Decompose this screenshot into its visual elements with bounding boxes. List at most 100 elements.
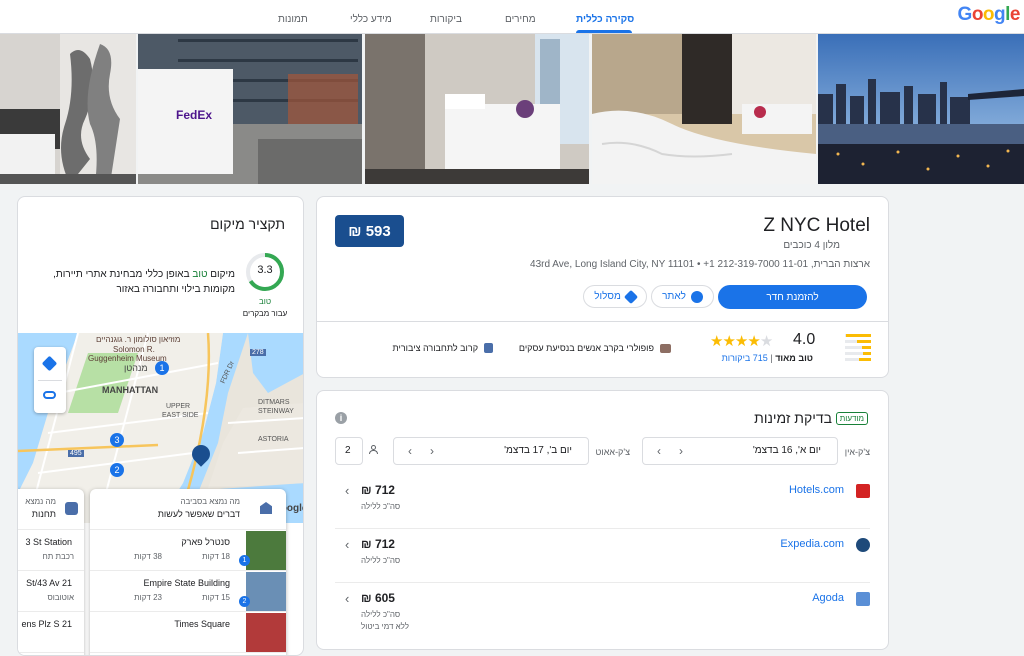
star-icon: ★ bbox=[710, 333, 723, 350]
hotelscom-icon bbox=[856, 484, 870, 498]
place-car-time: 38 דקות bbox=[134, 552, 162, 561]
station-name: St/43 Av 21 bbox=[26, 578, 72, 588]
hotel-photo-2[interactable]: FedEx bbox=[138, 34, 362, 184]
checkin-value: יום א', 16 בדצמ' bbox=[752, 445, 821, 456]
things-to-do-panel: מה נמצא בסביבה דברים שאפשר לעשות 1 סנטרל… bbox=[90, 489, 286, 655]
checkout-date-picker[interactable]: ‹ › יום ב', 17 בדצמ' bbox=[393, 437, 589, 465]
highlight-transit: קרוב לתחבורה ציבורית bbox=[392, 343, 493, 353]
map-label-museum-1: Solomon R. bbox=[113, 345, 155, 354]
guests-count: 2 bbox=[345, 445, 351, 456]
highlight-business: פופולרי בקרב אנשים בנסיעת עסקים bbox=[519, 343, 671, 353]
map-label-museum-he: מוזיאון סולומון ר. גוגנהיים bbox=[96, 335, 181, 344]
offer-note-cancel: ללא דמי ביטול bbox=[361, 622, 410, 631]
guests-selector[interactable]: 2 bbox=[335, 437, 363, 465]
hotel-photo-1[interactable] bbox=[0, 34, 136, 184]
hotel-pin-icon[interactable] bbox=[188, 441, 214, 469]
location-card: תקציר מיקום 3.3 טוב עבור מבקרים מיקום טו… bbox=[17, 196, 304, 656]
logo-letter: o bbox=[971, 4, 984, 25]
tab-prices[interactable]: מחירים bbox=[505, 14, 536, 25]
map-pin-2[interactable]: 2 bbox=[110, 463, 124, 477]
transit-header: מה נמצא bbox=[25, 497, 56, 506]
transit-panel: מה נמצא תחנות 3 St Station רכבת תח St/43… bbox=[18, 489, 84, 655]
offer-provider[interactable]: Expedia.com bbox=[780, 538, 844, 550]
station-item[interactable]: ens Plz S 21 bbox=[18, 612, 84, 653]
map-label-astoria: ASTORIA bbox=[258, 436, 289, 443]
website-button[interactable]: לאתר bbox=[651, 285, 714, 308]
map-label-museum-2: Guggenheim Museum bbox=[88, 354, 167, 363]
things-header: מה נמצא בסביבה bbox=[180, 497, 240, 506]
active-tab-indicator bbox=[576, 30, 632, 33]
directions-icon[interactable] bbox=[41, 355, 58, 372]
rating-stars: ★★★★★ bbox=[710, 332, 773, 350]
hotel-class: מלון 4 כוכבים bbox=[783, 240, 840, 251]
tab-overview[interactable]: סקירה כללית bbox=[576, 14, 634, 25]
offer-row[interactable]: ‹ 605 ₪ סה"כ ללילה ללא דמי ביטול Agoda bbox=[335, 583, 870, 637]
hotel-photo-4[interactable] bbox=[592, 34, 816, 184]
tab-about[interactable]: מידע כללי bbox=[350, 14, 392, 25]
things-title: דברים שאפשר לעשות bbox=[157, 509, 240, 519]
nearby-place[interactable]: 1 סנטרל פארק 18 דקות 38 דקות bbox=[90, 530, 286, 571]
next-date-icon[interactable]: › bbox=[679, 444, 683, 458]
hotel-name: Z NYC Hotel bbox=[763, 215, 870, 236]
station-item[interactable]: 3 St Station רכבת תח bbox=[18, 530, 84, 571]
offer-note: סה"כ ללילה bbox=[361, 502, 401, 511]
availability-title: בדיקת זמינות bbox=[754, 410, 832, 426]
checkin-label: צ'ק-אין bbox=[844, 447, 870, 457]
chevron-left-icon[interactable]: ‹ bbox=[345, 483, 349, 498]
next-date-icon[interactable]: › bbox=[430, 444, 434, 458]
place-name: סנטרל פארק bbox=[181, 537, 230, 547]
info-icon[interactable]: i bbox=[335, 412, 347, 424]
station-name: ens Plz S 21 bbox=[21, 619, 72, 629]
score-label: טוב bbox=[258, 297, 272, 306]
nearby-place[interactable]: Times Square bbox=[90, 612, 286, 653]
logo-letter: e bbox=[1009, 4, 1021, 25]
nearby-place[interactable]: 2 Empire State Building 15 דקות 23 דקות bbox=[90, 571, 286, 612]
transit-icon[interactable] bbox=[43, 391, 56, 399]
transit-title: תחנות bbox=[31, 509, 56, 519]
rating-bar bbox=[845, 352, 871, 355]
book-button[interactable]: להזמנת חדר bbox=[718, 285, 867, 309]
rating-bar bbox=[845, 346, 871, 349]
prev-date-icon[interactable]: ‹ bbox=[657, 444, 661, 458]
map-pin-3[interactable]: 3 bbox=[110, 433, 124, 447]
chevron-left-icon[interactable]: ‹ bbox=[345, 591, 349, 606]
hotel-photo-5[interactable] bbox=[818, 34, 1024, 184]
price-badge[interactable]: 593 ₪ bbox=[335, 215, 404, 247]
directions-button[interactable]: מסלול bbox=[583, 285, 647, 308]
offer-provider[interactable]: Hotels.com bbox=[789, 484, 844, 496]
map-pin-1[interactable]: 1 bbox=[155, 361, 169, 375]
offer-row[interactable]: ‹ 712 ₪ סה"כ ללילה Hotels.com bbox=[335, 475, 870, 529]
place-transit-time: 15 דקות bbox=[202, 593, 230, 602]
landmark-icon bbox=[260, 502, 272, 514]
central-park-photo bbox=[246, 531, 286, 570]
station-type: אוטובוס bbox=[47, 593, 74, 602]
briefcase-icon bbox=[660, 343, 671, 353]
checkout-label: צ'ק-אאוט bbox=[595, 447, 630, 457]
ads-badge: מודעות bbox=[835, 412, 868, 425]
offer-provider[interactable]: Agoda bbox=[812, 592, 844, 604]
place-name: Times Square bbox=[174, 619, 230, 629]
rating-histogram bbox=[845, 334, 871, 364]
map-label-manhattan-he: מנהטן bbox=[124, 363, 148, 373]
tab-photos[interactable]: תמונות bbox=[278, 14, 308, 25]
reviews-link[interactable]: 715 ביקורות bbox=[722, 353, 768, 363]
station-item[interactable]: St/43 Av 21 אוטובוס bbox=[18, 571, 84, 612]
offer-row[interactable]: ‹ 712 ₪ סה"כ ללילה Expedia.com bbox=[335, 529, 870, 583]
times-square-photo bbox=[246, 613, 286, 652]
offer-price: 605 ₪ bbox=[361, 591, 395, 605]
bus-icon bbox=[484, 343, 493, 353]
divider bbox=[317, 321, 888, 322]
prev-date-icon[interactable]: ‹ bbox=[408, 444, 412, 458]
google-logo[interactable]: Google bbox=[958, 4, 1021, 26]
svg-text:FedEx: FedEx bbox=[176, 108, 212, 122]
highlight-transit-label: קרוב לתחבורה ציבורית bbox=[392, 343, 479, 353]
chevron-left-icon[interactable]: ‹ bbox=[345, 537, 349, 552]
person-icon bbox=[369, 445, 379, 455]
location-title: תקציר מיקום bbox=[210, 216, 285, 232]
checkin-date-picker[interactable]: ‹ › יום א', 16 בדצמ' bbox=[642, 437, 838, 465]
hotel-photo-3[interactable] bbox=[365, 34, 589, 184]
offer-note: סה"כ ללילה bbox=[361, 556, 401, 565]
map-label-ditmars: DITMARS bbox=[258, 399, 290, 406]
logo-letter: g bbox=[994, 4, 1006, 25]
tab-reviews[interactable]: ביקורות bbox=[430, 14, 462, 25]
